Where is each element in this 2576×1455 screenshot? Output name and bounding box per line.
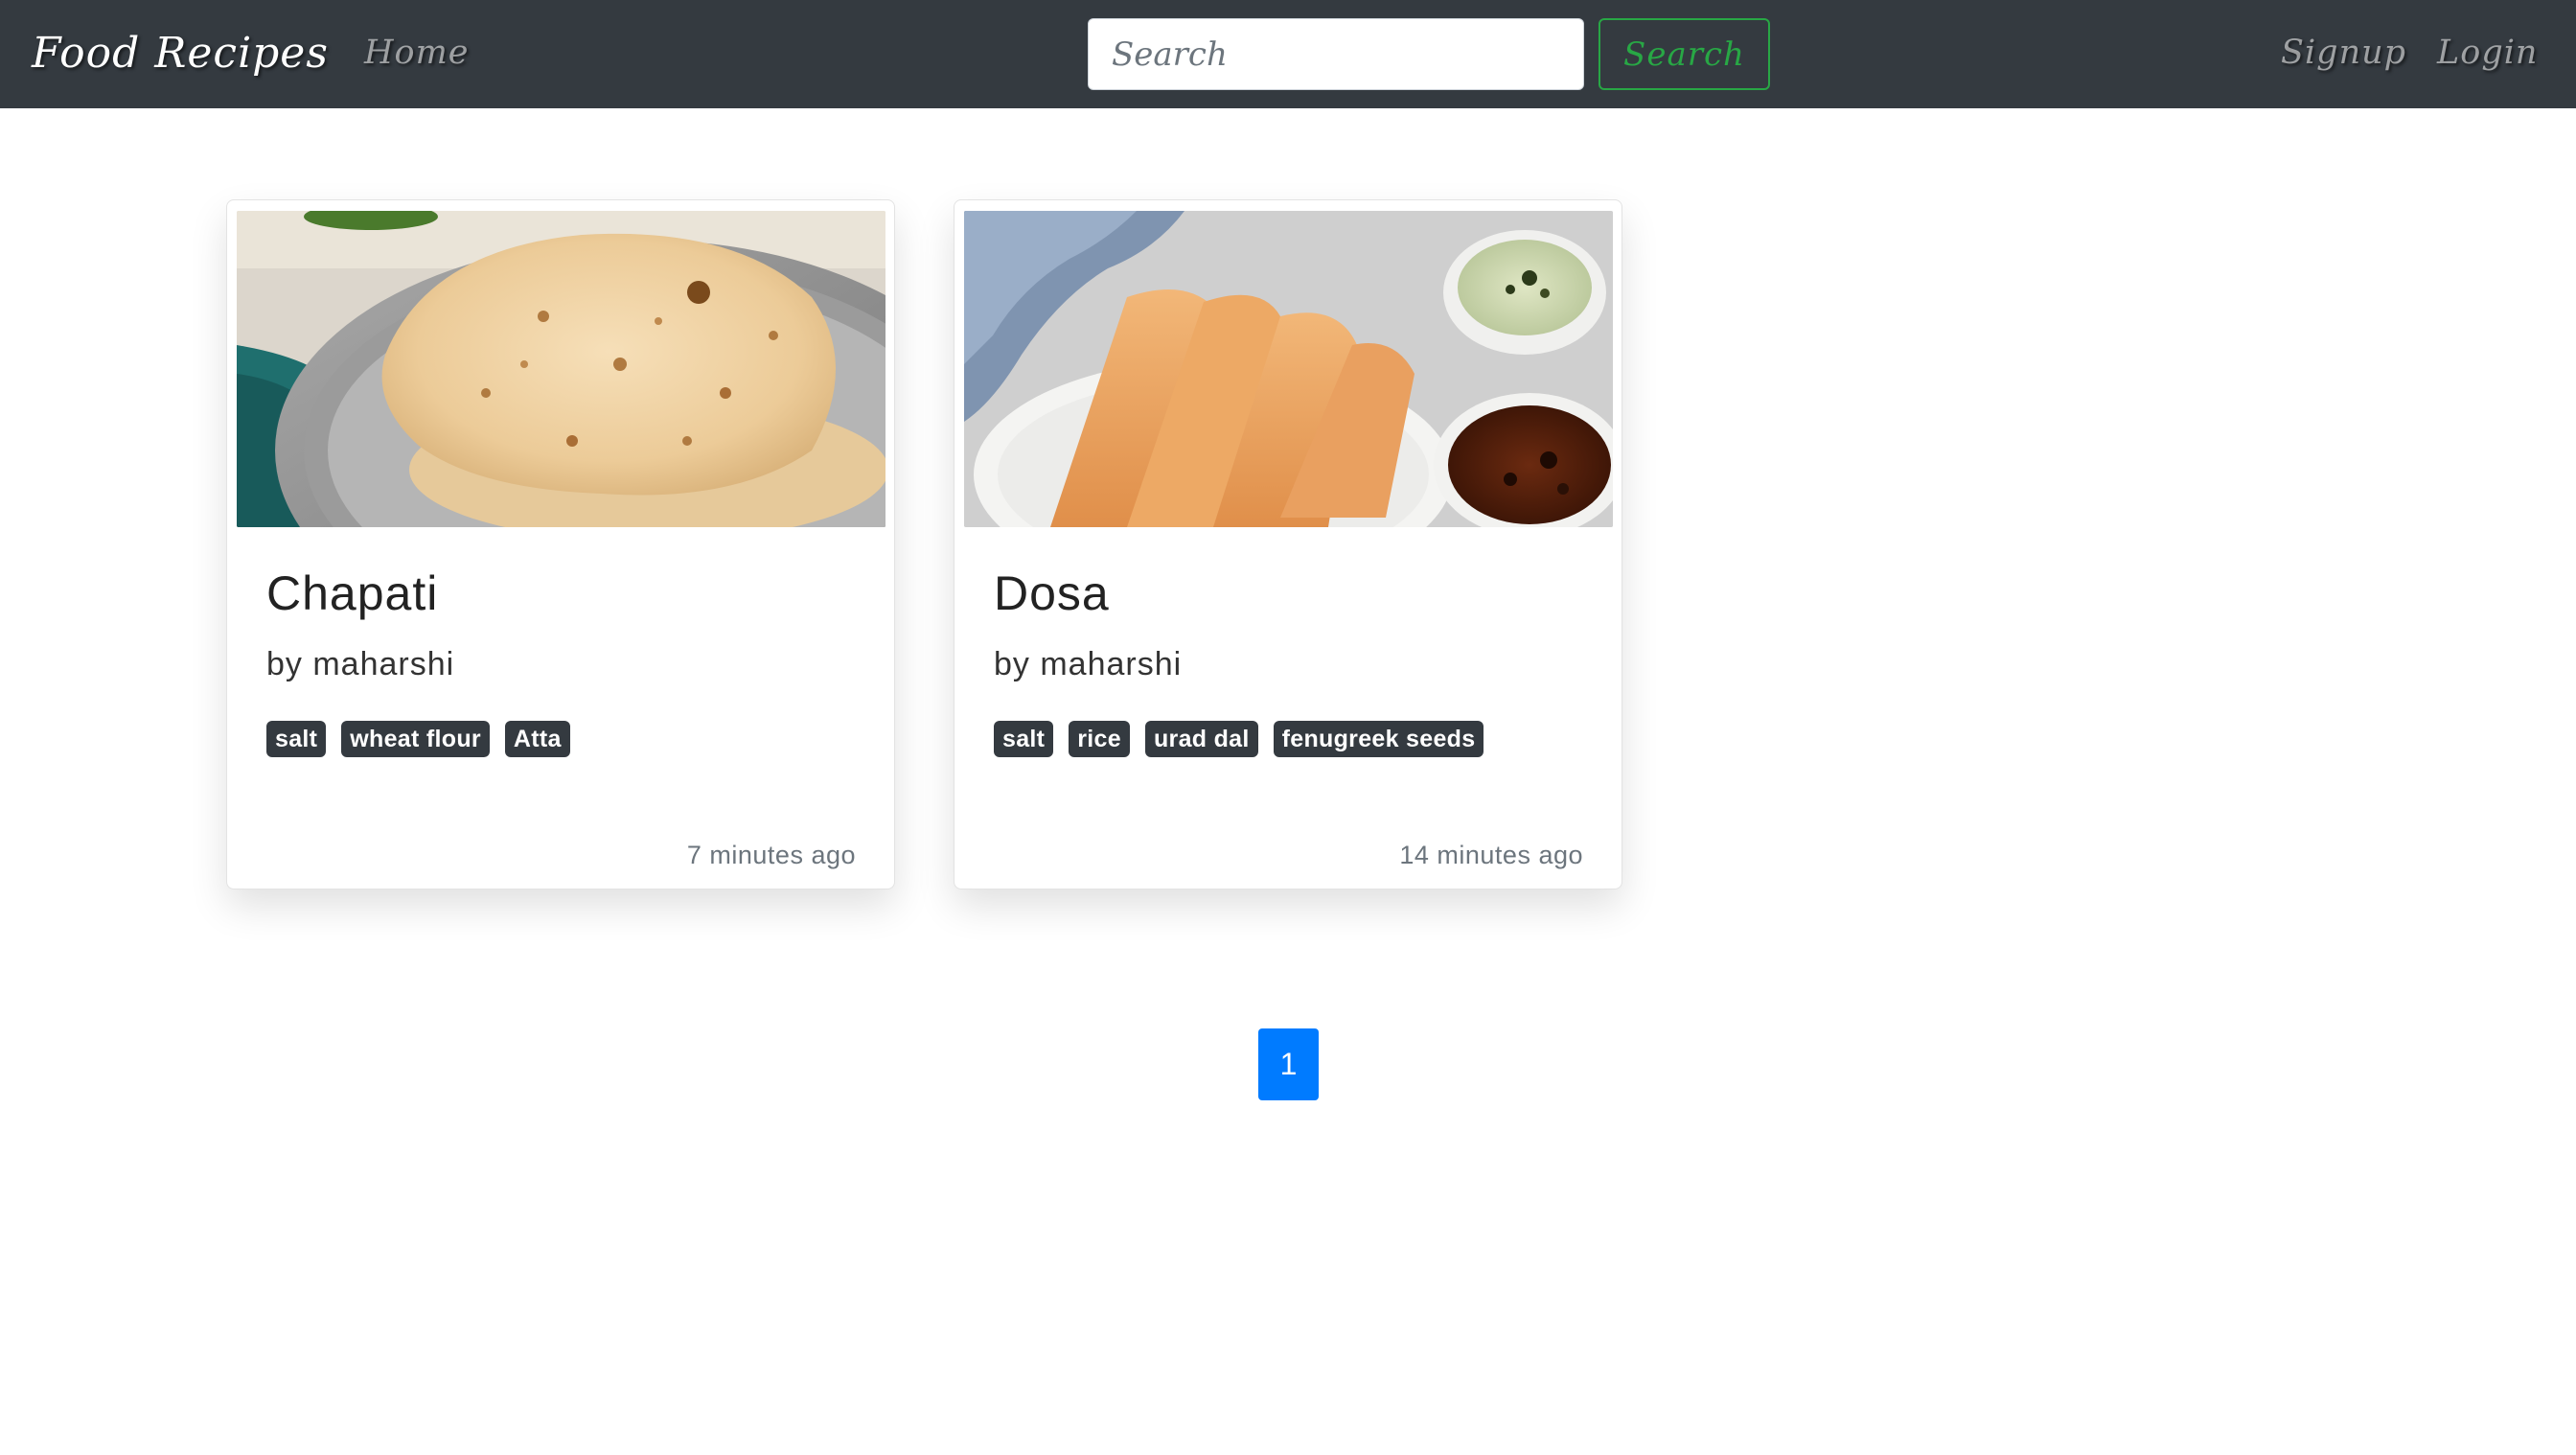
brand-logo[interactable]: Food Recipes: [32, 25, 329, 82]
ingredient-tag: wheat flour: [341, 721, 490, 757]
recipe-timestamp: 14 minutes ago: [1399, 841, 1583, 869]
ingredient-tag: salt: [994, 721, 1054, 757]
recipe-title[interactable]: Chapati: [266, 565, 438, 622]
pagination-page-1[interactable]: 1: [1258, 1028, 1319, 1100]
recipe-author: by maharshi: [266, 646, 455, 682]
ingredient-tag: urad dal: [1144, 721, 1258, 757]
recipe-timestamp: 7 minutes ago: [686, 841, 856, 869]
ingredient-tags: salt wheat flour Atta: [266, 721, 570, 757]
dosa-photo: [964, 211, 1613, 527]
ingredient-tag: Atta: [504, 721, 570, 757]
ingredient-tags: salt rice urad dal fenugreek seeds: [994, 721, 1484, 757]
recipe-title[interactable]: Dosa: [994, 565, 1110, 622]
search-button[interactable]: Search: [1598, 18, 1770, 90]
ingredient-tag: fenugreek seeds: [1273, 721, 1484, 757]
ingredient-tag: rice: [1069, 721, 1130, 757]
recipe-image[interactable]: [964, 211, 1613, 527]
recipe-card[interactable]: Dosa by maharshi salt rice urad dal fenu…: [954, 199, 1622, 889]
nav-login-link[interactable]: Login: [2437, 29, 2538, 77]
nav-home-link[interactable]: Home: [364, 29, 470, 77]
chapati-photo: [237, 211, 886, 527]
search-input[interactable]: [1088, 18, 1584, 90]
recipe-image[interactable]: [237, 211, 886, 527]
recipe-card[interactable]: Chapati by maharshi salt wheat flour Att…: [226, 199, 895, 889]
ingredient-tag: salt: [266, 721, 327, 757]
recipe-author: by maharshi: [994, 646, 1183, 682]
nav-signup-link[interactable]: Signup: [2281, 29, 2406, 77]
navbar: Food Recipes Home Search Signup Login: [0, 0, 2576, 108]
